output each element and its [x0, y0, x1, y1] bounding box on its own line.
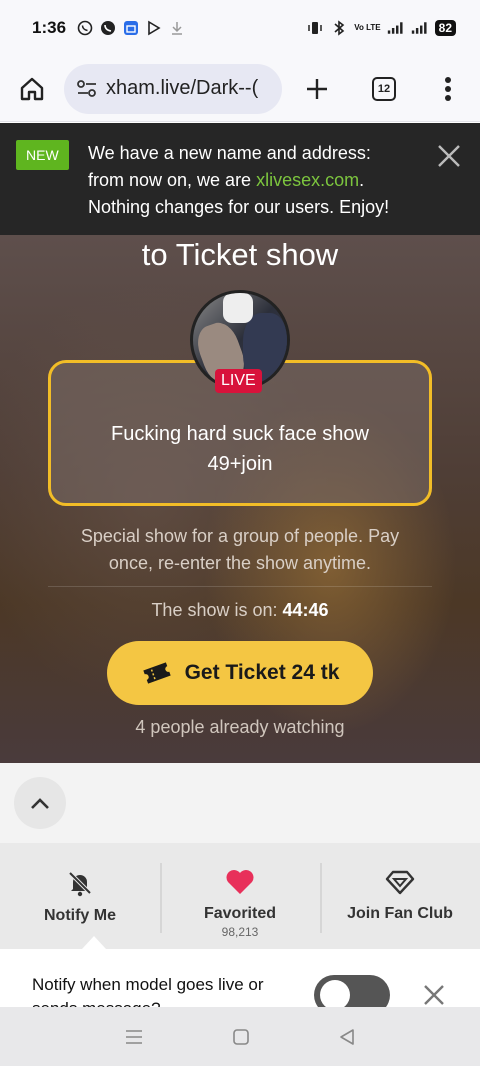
- site-settings-icon[interactable]: [76, 78, 98, 100]
- avatar-shape: [223, 293, 253, 323]
- show-timer: The show is on: 44:46: [0, 600, 480, 621]
- watching-count: 4 people already watching: [135, 717, 345, 737]
- volte-label: Vo LTE: [354, 23, 381, 32]
- tab-switcher-button[interactable]: 12: [352, 56, 416, 122]
- banner-line-2-suffix: .: [359, 170, 365, 190]
- favorite-button[interactable]: Favorited 98,213: [160, 843, 320, 949]
- play-icon: [145, 19, 163, 37]
- divider: [48, 586, 432, 587]
- new-domain-link[interactable]: xlivesex.com: [256, 170, 359, 190]
- more-vert-icon: [445, 76, 451, 101]
- get-ticket-button[interactable]: Get Ticket 24 tk: [107, 641, 373, 705]
- notify-popover: Notify when model goes live or sends mes…: [0, 949, 480, 1007]
- join-fan-club-label: Join Fan Club: [347, 905, 453, 922]
- new-badge: NEW: [16, 140, 69, 170]
- diamond-icon: [385, 870, 415, 895]
- download-icon: [168, 19, 186, 37]
- favorited-count: 98,213: [221, 925, 259, 939]
- collapse-button[interactable]: [14, 777, 66, 829]
- join-fan-club-button[interactable]: Join Fan Club: [320, 843, 480, 949]
- browser-toolbar: xham.live/Dark--( 12: [0, 56, 480, 122]
- store-icon: [122, 19, 140, 37]
- system-status: Vo LTE 82: [306, 19, 456, 37]
- address-bar[interactable]: xham.live/Dark--(: [64, 63, 282, 114]
- home-icon: [20, 77, 44, 100]
- show-title: to Ticket show: [141, 237, 339, 272]
- plus-icon: [307, 78, 327, 99]
- battery-indicator: 82: [434, 20, 456, 36]
- new-tab-button[interactable]: [282, 56, 352, 122]
- close-banner-icon[interactable]: [436, 143, 462, 169]
- get-ticket-label: Get Ticket 24 tk: [184, 661, 340, 684]
- show-description-line-1: Special show for a group of people. Pay: [80, 526, 400, 546]
- banner-line-2: from now on, we are xlivesex.com.: [88, 167, 428, 194]
- signal-icon-1: [387, 19, 405, 37]
- banner-message: We have a new name and address: from now…: [88, 140, 428, 221]
- model-actions-bar: Notify Me Favorited 98,213 Join Fan Club: [0, 843, 480, 949]
- banner-line-1: We have a new name and address:: [88, 143, 371, 163]
- status-time: 1:36: [32, 18, 67, 37]
- notify-toggle[interactable]: [314, 975, 390, 1007]
- toggle-knob: [320, 980, 350, 1007]
- bluetooth-icon: [330, 19, 348, 37]
- show-topic-line-1: Fucking hard suck face show: [111, 423, 369, 445]
- system-navigation-bar: [0, 1007, 480, 1066]
- notify-me-label: Notify Me: [44, 907, 116, 924]
- live-badge: LIVE: [215, 369, 262, 393]
- timer-value: 44:46: [282, 600, 329, 620]
- home-button[interactable]: [0, 56, 64, 122]
- heart-icon: [226, 870, 254, 894]
- ticket-show-panel: to Ticket show Fucking hard suck face sh…: [0, 235, 480, 763]
- timer-label: The show is on:: [151, 600, 283, 620]
- show-description-line-2: once, re-enter the show anytime.: [108, 553, 372, 573]
- close-popover-icon[interactable]: [422, 983, 446, 1007]
- url-text[interactable]: xham.live/Dark--(: [106, 77, 258, 100]
- browser-menu-button[interactable]: [416, 56, 480, 122]
- back-icon[interactable]: [338, 1028, 356, 1046]
- phone-icon: [99, 19, 117, 37]
- tab-count: 12: [372, 76, 396, 101]
- home-nav-icon[interactable]: [232, 1028, 250, 1046]
- whatsapp-icon: [76, 19, 94, 37]
- show-topic: Fucking hard suck face show 49+join: [51, 419, 429, 479]
- vibrate-icon: [306, 19, 324, 37]
- notification-icons: [76, 19, 186, 37]
- banner-line-3: Nothing changes for our users. Enjoy!: [88, 197, 390, 217]
- signal-icon-2: [411, 19, 429, 37]
- recents-icon[interactable]: [124, 1028, 144, 1046]
- collapse-area: [0, 763, 480, 843]
- chevron-up-icon: [31, 798, 49, 809]
- status-bar: 1:36 Vo LTE 82: [0, 0, 480, 56]
- show-topic-line-2: 49+join: [207, 453, 273, 475]
- popover-pointer: [82, 936, 106, 949]
- bell-off-icon: [68, 871, 92, 897]
- announcement-banner: NEW We have a new name and address: from…: [0, 123, 480, 235]
- show-description: Special show for a group of people. Pay …: [40, 523, 440, 577]
- ticket-icon: [142, 662, 171, 684]
- notify-question: Notify when model goes live or sends mes…: [32, 975, 264, 1007]
- notify-me-button[interactable]: Notify Me: [0, 843, 160, 949]
- banner-line-2-prefix: from now on, we are: [88, 170, 257, 190]
- favorited-label: Favorited: [203, 905, 276, 922]
